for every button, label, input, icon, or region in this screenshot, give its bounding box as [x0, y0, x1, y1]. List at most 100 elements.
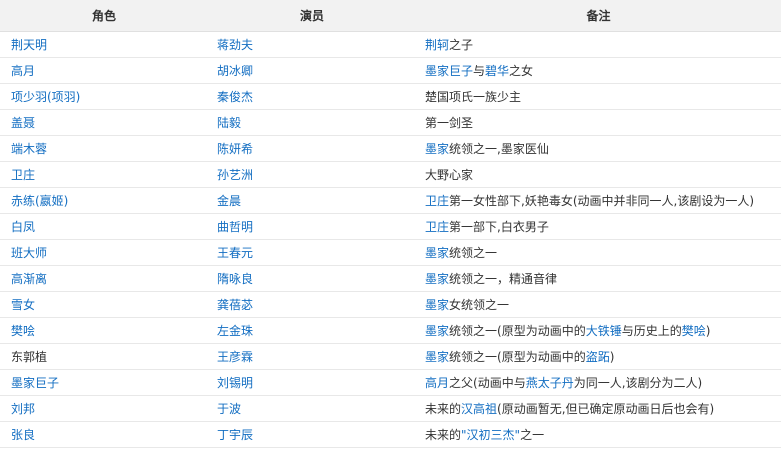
role-text: 东郭植 — [11, 350, 48, 364]
role-link[interactable]: 项少羽(项羽) — [11, 90, 80, 104]
role-link[interactable]: 高月 — [11, 64, 35, 78]
note-text: 第一部下,白衣男子 — [449, 220, 549, 234]
table-row: 卫庄 孙艺洲 大野心家 — [0, 161, 781, 188]
note-link[interactable]: 燕太子丹 — [526, 376, 574, 390]
note-cell: 荆轲之子 — [416, 31, 781, 58]
role-link[interactable]: 张良 — [11, 428, 35, 442]
table-row: 班大师 王春元 墨家统领之一 — [0, 239, 781, 266]
note-text: 女统领之一 — [449, 298, 510, 312]
role-link[interactable]: 卫庄 — [11, 168, 35, 182]
role-link[interactable]: 刘邦 — [11, 402, 35, 416]
role-cell: 刘邦 — [0, 395, 208, 422]
role-link[interactable]: 墨家巨子 — [11, 376, 59, 390]
table-row: 端木蓉 陈妍希 墨家统领之一,墨家医仙 — [0, 135, 781, 162]
note-cell: 墨家女统领之一 — [416, 291, 781, 318]
note-link[interactable]: 墨家巨子 — [425, 64, 473, 78]
note-link[interactable]: 碧华 — [485, 64, 509, 78]
actor-link[interactable]: 曲哲明 — [217, 220, 253, 234]
actor-link[interactable]: 金晨 — [217, 194, 241, 208]
role-link[interactable]: 高渐离 — [11, 272, 47, 286]
role-cell: 雪女 — [0, 291, 208, 318]
role-link[interactable]: 白凤 — [11, 220, 35, 234]
note-text: 未来的 — [425, 402, 462, 416]
note-link[interactable]: 樊哙 — [682, 324, 706, 338]
note-cell: 墨家巨子与碧华之女 — [416, 57, 781, 84]
note-text: 之女 — [509, 64, 534, 78]
note-link[interactable]: 墨家 — [425, 298, 449, 312]
note-text: 统领之一(原型为动画中的 — [449, 324, 586, 338]
role-cell: 盖聂 — [0, 109, 208, 136]
role-link[interactable]: 班大师 — [11, 246, 47, 260]
role-cell: 白凤 — [0, 213, 208, 240]
note-text: ) — [705, 324, 711, 338]
table-row: 东郭植 王彦霖 墨家统领之一(原型为动画中的盗跖) — [0, 343, 781, 370]
header-note: 备注 — [416, 0, 781, 32]
note-text: 之子 — [449, 38, 474, 52]
note-text: 统领之一(原型为动画中的 — [449, 350, 586, 364]
table-row: 盖聂 陆毅 第一剑圣 — [0, 109, 781, 136]
table-header: 角色 演员 备注 — [0, 0, 781, 32]
role-cell: 高渐离 — [0, 265, 208, 292]
note-link[interactable]: "汉初三杰" — [461, 428, 520, 442]
role-link[interactable]: 赤练(嬴姬) — [11, 194, 68, 208]
note-link[interactable]: 盗跖 — [586, 350, 610, 364]
note-link[interactable]: 墨家 — [425, 272, 449, 286]
note-text: 统领之一 — [449, 246, 498, 260]
role-link[interactable]: 盖聂 — [11, 116, 35, 130]
note-link[interactable]: 墨家 — [425, 142, 449, 156]
role-cell: 墨家巨子 — [0, 369, 208, 396]
actor-link[interactable]: 王彦霖 — [217, 350, 253, 364]
header-row: 角色 演员 备注 — [0, 0, 781, 32]
actor-link[interactable]: 于波 — [217, 402, 241, 416]
actor-link[interactable]: 蒋劲夫 — [217, 38, 253, 52]
actor-cell: 丁宇辰 — [208, 421, 416, 448]
note-cell: 楚国项氏一族少主 — [416, 83, 781, 110]
actor-link[interactable]: 秦俊杰 — [217, 90, 253, 104]
note-cell: 未来的汉高祖(原动画暂无,但已确定原动画日后也会有) — [416, 395, 781, 422]
actor-link[interactable]: 左金珠 — [217, 324, 253, 338]
note-link[interactable]: 墨家 — [425, 350, 449, 364]
note-text: (原动画暂无,但已确定原动画日后也会有) — [497, 402, 715, 416]
note-text: 统领之一,墨家医仙 — [449, 142, 549, 156]
role-cell: 卫庄 — [0, 161, 208, 188]
note-text: 之父(动画中与 — [449, 376, 526, 390]
note-text: 之一 — [520, 428, 545, 442]
actor-link[interactable]: 胡冰卿 — [217, 64, 253, 78]
role-link[interactable]: 荆天明 — [11, 38, 47, 52]
actor-link[interactable]: 陆毅 — [217, 116, 241, 130]
note-link[interactable]: 墨家 — [425, 246, 449, 260]
note-link[interactable]: 大铁锤 — [586, 324, 622, 338]
role-cell: 樊哙 — [0, 317, 208, 344]
actor-link[interactable]: 隋咏良 — [217, 272, 253, 286]
note-link[interactable]: 荆轲 — [425, 38, 449, 52]
table-row: 张良 丁宇辰 未来的"汉初三杰"之一 — [0, 421, 781, 448]
table-row: 白凤 曲哲明 卫庄第一部下,白衣男子 — [0, 213, 781, 240]
role-cell: 高月 — [0, 57, 208, 84]
note-link[interactable]: 汉高祖 — [461, 402, 497, 416]
note-text: 第一女性部下,妖艳毒女(动画中并非同一人,该剧设为一人) — [449, 194, 755, 208]
role-link[interactable]: 端木蓉 — [11, 142, 47, 156]
note-link[interactable]: 卫庄 — [425, 194, 449, 208]
note-text: ) — [609, 350, 615, 364]
role-link[interactable]: 樊哙 — [11, 324, 35, 338]
actor-link[interactable]: 丁宇辰 — [217, 428, 253, 442]
note-cell: 墨家统领之一,墨家医仙 — [416, 135, 781, 162]
note-cell: 卫庄第一女性部下,妖艳毒女(动画中并非同一人,该剧设为一人) — [416, 187, 781, 214]
note-link[interactable]: 高月 — [425, 376, 449, 390]
note-text: 为同一人,该剧分为二人) — [573, 376, 703, 390]
role-cell: 班大师 — [0, 239, 208, 266]
role-link[interactable]: 雪女 — [11, 298, 35, 312]
note-link[interactable]: 墨家 — [425, 324, 449, 338]
actor-link[interactable]: 刘锡明 — [217, 376, 253, 390]
actor-link[interactable]: 王春元 — [217, 246, 253, 260]
table-row: 荆天明 蒋劲夫 荆轲之子 — [0, 31, 781, 58]
note-link[interactable]: 卫庄 — [425, 220, 449, 234]
note-text: 大野心家 — [425, 168, 474, 182]
table-row: 项少羽(项羽) 秦俊杰 楚国项氏一族少主 — [0, 83, 781, 110]
actor-cell: 陆毅 — [208, 109, 416, 136]
actor-cell: 胡冰卿 — [208, 57, 416, 84]
actor-link[interactable]: 孙艺洲 — [217, 168, 253, 182]
actor-link[interactable]: 陈妍希 — [217, 142, 253, 156]
actor-link[interactable]: 龚蓓苾 — [217, 298, 253, 312]
actor-cell: 王彦霖 — [208, 343, 416, 370]
